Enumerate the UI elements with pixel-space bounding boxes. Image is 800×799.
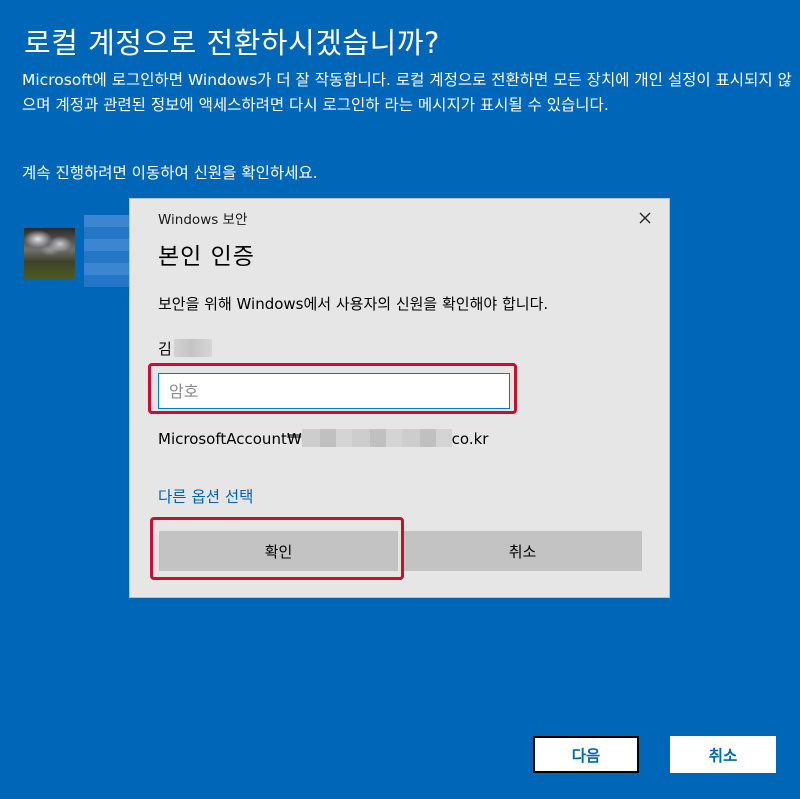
ok-button[interactable]: 확인	[159, 531, 398, 571]
cancel-button[interactable]: 취소	[670, 736, 776, 773]
account-prefix: MicrosoftAccount₩	[158, 430, 302, 448]
page-description: Microsoft에 로그인하면 Windows가 더 잘 작동합니다. 로컬 …	[22, 71, 792, 114]
dialog-cancel-button[interactable]: 취소	[403, 531, 642, 571]
dialog-close-button[interactable]	[632, 205, 658, 231]
dialog-caption: Windows 보안	[158, 212, 248, 228]
page-title: 로컬 계정으로 전환하시겠습니까?	[24, 26, 440, 60]
close-icon	[639, 212, 651, 224]
dialog-user-name: 김	[158, 338, 212, 359]
account-avatar	[24, 228, 75, 279]
account-email-redacted	[301, 429, 452, 447]
account-suffix: co.kr	[451, 430, 489, 448]
account-info-redacted	[84, 215, 132, 287]
windows-security-dialog: Windows 보안 본인 인증 보안을 위해 Windows에서 사용자의 신…	[129, 198, 670, 598]
user-name-redacted	[173, 339, 212, 357]
user-name-text: 김	[158, 340, 172, 358]
dialog-account: MicrosoftAccount₩ co.kr	[158, 429, 488, 448]
dialog-message: 보안을 위해 Windows에서 사용자의 신원을 확인해야 합니다.	[158, 295, 549, 313]
password-input[interactable]	[158, 373, 510, 409]
dialog-heading: 본인 인증	[158, 244, 255, 270]
other-options-link[interactable]: 다른 옵션 선택	[158, 485, 253, 507]
page-instruction: 계속 진행하려면 이동하여 신원을 확인하세요.	[22, 164, 318, 182]
next-button[interactable]: 다음	[533, 736, 639, 773]
